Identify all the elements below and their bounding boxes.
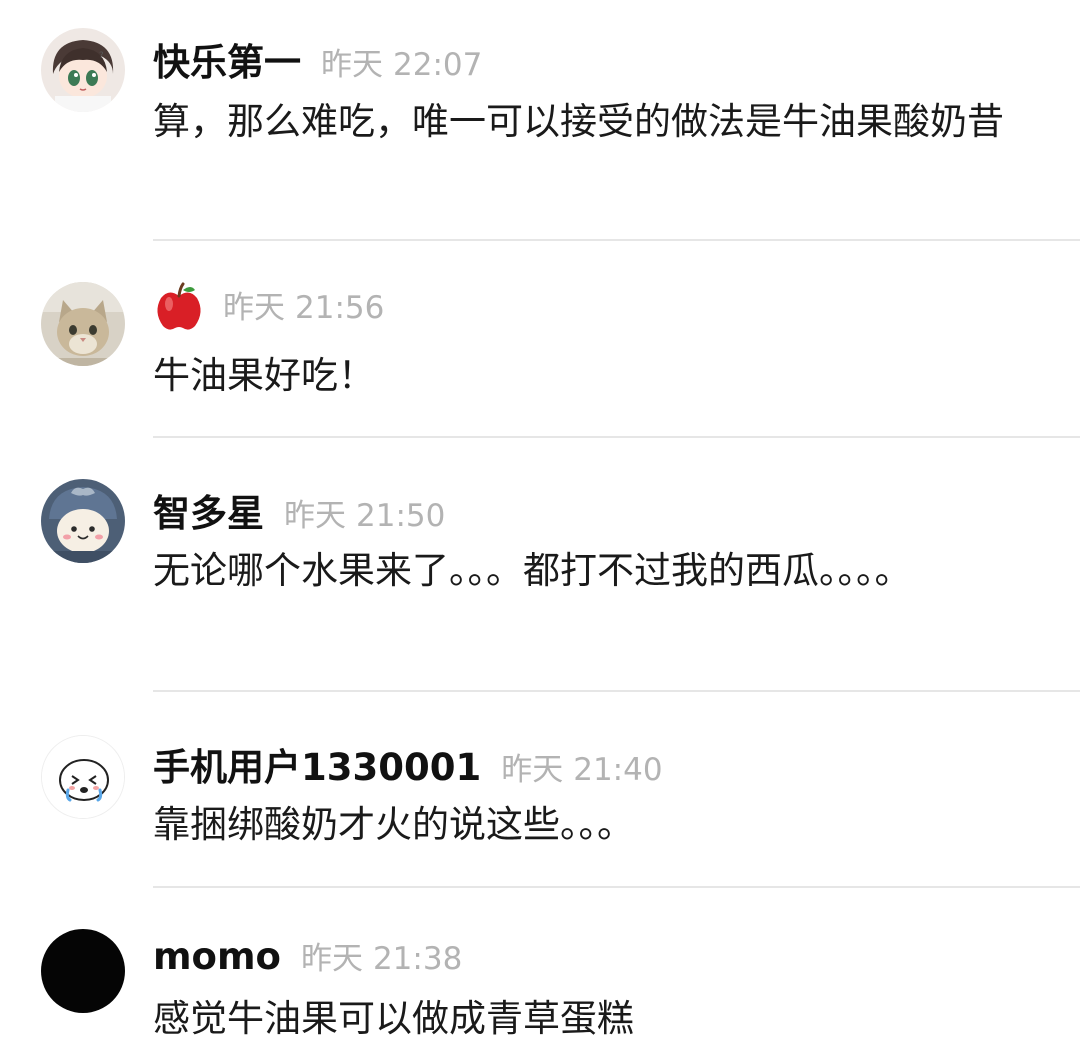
comment-date: 昨天 — [321, 47, 383, 83]
comment-date: 昨天 — [501, 752, 564, 788]
comment-time: 21:38 — [372, 941, 463, 977]
comment-time: 21:50 — [356, 498, 446, 534]
comment-date: 昨天 — [300, 941, 363, 977]
user-avatar[interactable] — [41, 282, 125, 366]
comment-time: 22:07 — [393, 47, 483, 83]
comment-header: momo 昨天 21:38 — [153, 933, 462, 978]
comment-time: 21:56 — [295, 290, 385, 326]
user-avatar[interactable] — [41, 479, 125, 563]
cat-photo-avatar-icon — [41, 282, 125, 366]
comment-item: 昨天 21:56 牛油果好吃！ — [0, 240, 1080, 436]
crying-doodle-avatar-icon — [42, 736, 124, 818]
comment-item: ? 快乐第一 昨天 22:07 算，那么难吃，唯一可以接受的做法是牛油果酸奶昔 — [0, 0, 1080, 240]
svg-text:?: ? — [99, 51, 104, 61]
user-avatar[interactable]: ? — [41, 28, 125, 112]
comment-text[interactable]: 无论哪个水果来了。。。都打不过我的西瓜。。。。 — [153, 537, 933, 605]
user-avatar[interactable] — [41, 929, 125, 1013]
comment-header: 昨天 21:56 — [153, 282, 384, 334]
comment-header: 手机用户1330001 昨天 21:40 — [153, 737, 663, 791]
hachiware-plush-avatar-icon — [41, 479, 125, 563]
user-avatar[interactable] — [41, 735, 125, 819]
comment-text[interactable]: 算，那么难吃，唯一可以接受的做法是牛油果酸奶昔 — [153, 88, 1023, 156]
comment-date: 昨天 — [284, 498, 346, 534]
comment-item: 手机用户1330001 昨天 21:40 靠捆绑酸奶才火的说这些。。。 — [0, 691, 1080, 887]
comment-text[interactable]: 靠捆绑酸奶才火的说这些。。。 — [153, 791, 1023, 859]
username[interactable]: 手机用户1330001 — [153, 737, 481, 791]
anime-girl-avatar-icon: ? — [41, 28, 125, 112]
comment-text[interactable]: 感觉牛油果可以做成青草蛋糕 — [153, 985, 1023, 1053]
username[interactable]: momo — [153, 935, 281, 978]
comment-header: 快乐第一 昨天 22:07 — [153, 32, 482, 86]
comment-text[interactable]: 牛油果好吃！ — [153, 342, 1023, 410]
comment-time: 21:40 — [573, 752, 663, 788]
comment-item: momo 昨天 21:38 感觉牛油果可以做成青草蛋糕 — [0, 887, 1080, 1059]
black-circle-avatar-icon — [41, 929, 125, 1013]
comment-item: 智多星 昨天 21:50 无论哪个水果来了。。。都打不过我的西瓜。。。。 — [0, 437, 1080, 691]
red-apple-icon[interactable] — [153, 282, 205, 334]
username[interactable]: 快乐第一 — [153, 32, 301, 86]
comment-date: 昨天 — [223, 290, 285, 326]
username[interactable]: 智多星 — [153, 483, 264, 537]
comment-header: 智多星 昨天 21:50 — [153, 483, 445, 537]
